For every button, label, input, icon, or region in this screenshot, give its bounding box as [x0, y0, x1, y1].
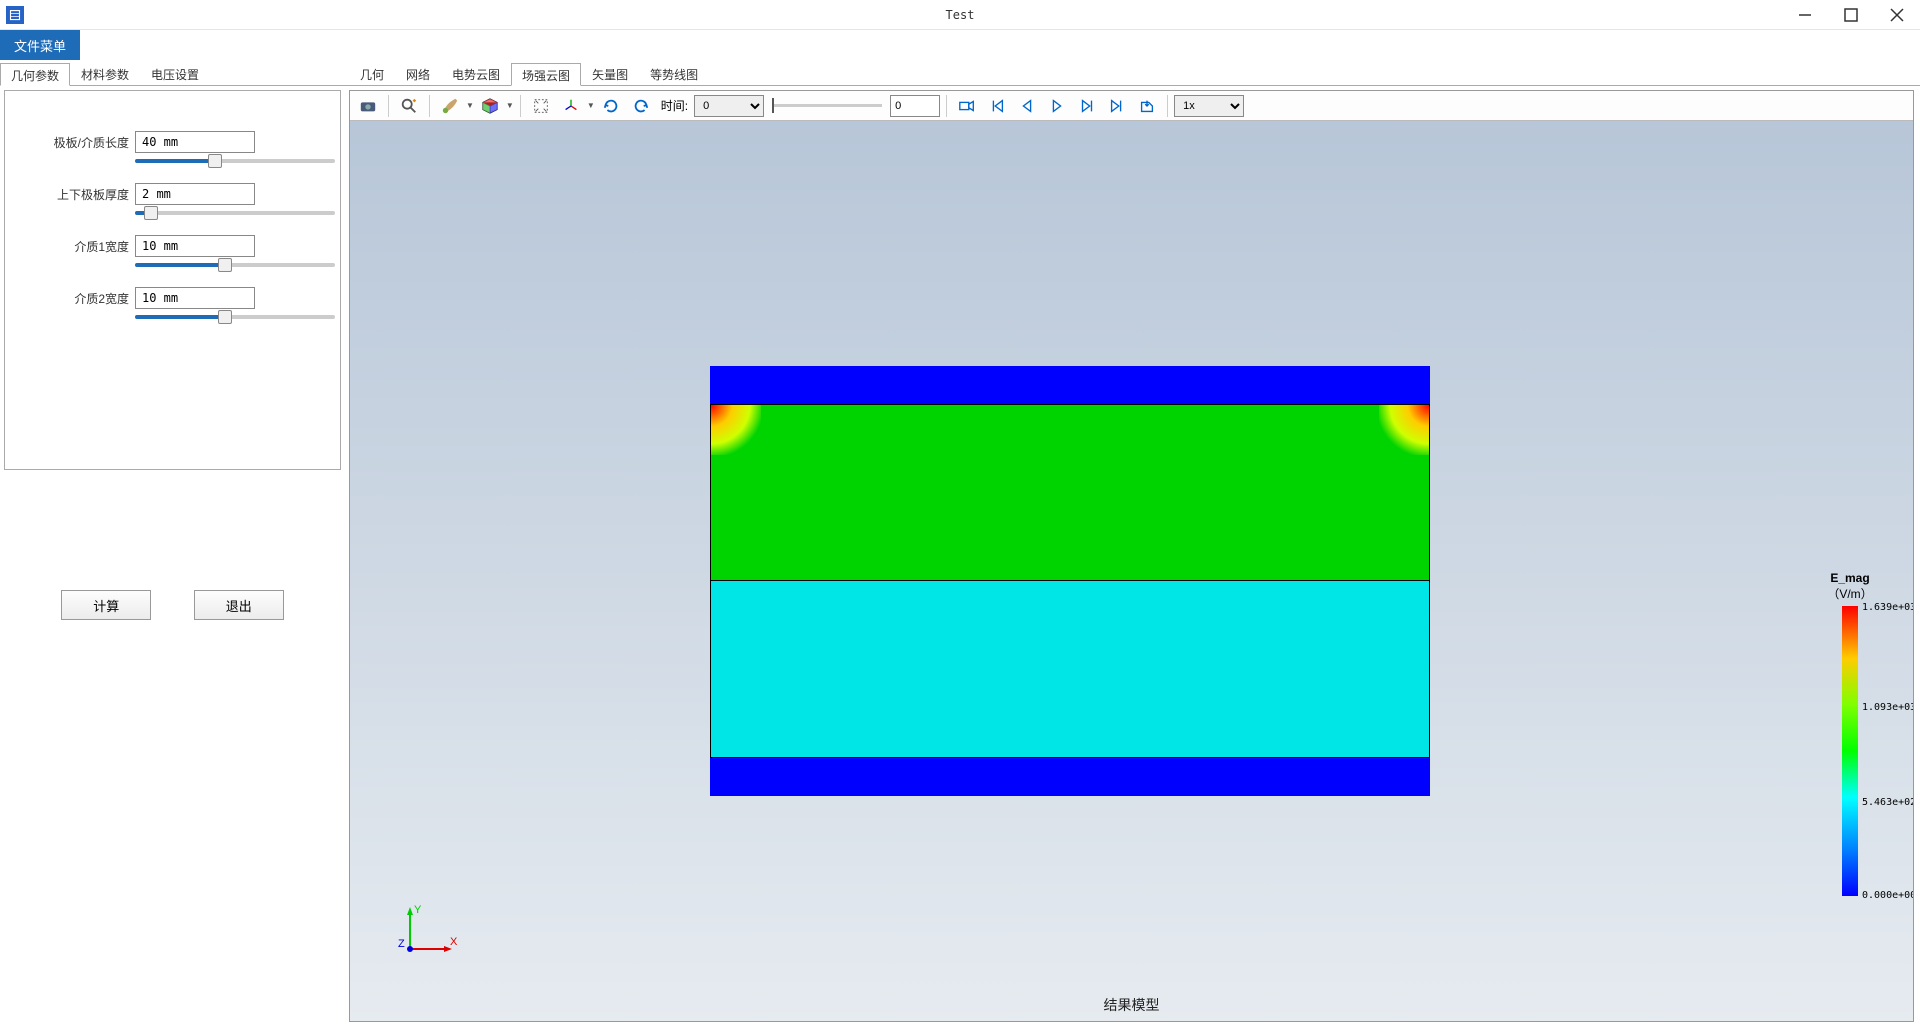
plot-bottom-plate — [710, 758, 1430, 796]
tab-geometry-params[interactable]: 几何参数 — [0, 63, 70, 86]
app-icon — [6, 6, 24, 24]
plate-length-label: 极板/介质长度 — [35, 134, 135, 151]
play-icon[interactable] — [1043, 93, 1071, 119]
medium1-width-slider[interactable] — [135, 263, 335, 267]
viewer: ▼ ▼ ▼ 时间: 0 — [349, 90, 1914, 1022]
calculate-button[interactable]: 计算 — [61, 590, 151, 620]
cube-dropdown-icon[interactable]: ▼ — [506, 101, 514, 110]
title-bar: Test — [0, 0, 1920, 30]
tab-field-cloud[interactable]: 场强云图 — [511, 63, 581, 86]
tab-potential-cloud[interactable]: 电势云图 — [441, 62, 511, 85]
tab-vector-plot[interactable]: 矢量图 — [581, 62, 639, 85]
plot-top-plate — [710, 366, 1430, 404]
param-medium1-width: 介质1宽度 — [35, 235, 310, 257]
plate-length-slider[interactable] — [135, 159, 335, 163]
axes-dropdown-icon[interactable]: ▼ — [587, 101, 595, 110]
rotate-ccw-icon[interactable] — [597, 93, 625, 119]
prev-frame-icon[interactable] — [1013, 93, 1041, 119]
axes-view-icon[interactable] — [557, 93, 585, 119]
plot-dielectric-1 — [710, 404, 1430, 581]
time-input[interactable] — [890, 95, 940, 117]
geometry-params-box: 极板/介质长度 上下极板厚度 介质1宽度 介质2宽度 — [4, 90, 341, 470]
export-icon[interactable] — [1133, 93, 1161, 119]
legend-tick: 0.000e+00 — [1862, 890, 1913, 901]
close-button[interactable] — [1874, 0, 1920, 30]
field-contour-plot — [710, 366, 1430, 796]
medium2-width-input[interactable] — [135, 287, 255, 309]
fit-view-icon[interactable] — [527, 93, 555, 119]
time-label: 时间: — [661, 97, 688, 114]
file-menu[interactable]: 文件菜单 — [0, 30, 80, 60]
cube-icon[interactable] — [476, 93, 504, 119]
time-slider[interactable] — [772, 97, 882, 115]
tab-geometry[interactable]: 几何 — [349, 62, 395, 85]
legend-title: E_mag — [1805, 571, 1895, 585]
axes-gizmo: Y X Z — [398, 901, 458, 961]
last-frame-icon[interactable] — [1103, 93, 1131, 119]
plate-thickness-label: 上下极板厚度 — [35, 186, 135, 203]
speed-select[interactable]: 1x — [1174, 95, 1244, 117]
legend-tick: 5.463e+02 — [1862, 797, 1913, 808]
medium1-width-input[interactable] — [135, 235, 255, 257]
left-tabs: 几何参数 材料参数 电压设置 — [0, 62, 345, 86]
medium2-width-slider[interactable] — [135, 315, 335, 319]
brush-dropdown-icon[interactable]: ▼ — [466, 101, 474, 110]
result-canvas[interactable]: Y X Z E_mag （V/m） 1.639e+03 1.093e+03 5. — [350, 121, 1913, 1021]
rotate-cw-icon[interactable] — [627, 93, 655, 119]
canvas-title: 结果模型 — [1104, 995, 1160, 1015]
record-icon[interactable] — [953, 93, 981, 119]
action-buttons: 计算 退出 — [0, 590, 345, 620]
tab-mesh[interactable]: 网络 — [395, 62, 441, 85]
exit-button[interactable]: 退出 — [194, 590, 284, 620]
color-legend: E_mag （V/m） 1.639e+03 1.093e+03 5.463e+0… — [1805, 571, 1895, 896]
plate-length-input[interactable] — [135, 131, 255, 153]
tab-material-params[interactable]: 材料参数 — [70, 62, 140, 85]
brush-icon[interactable] — [436, 93, 464, 119]
medium1-width-label: 介质1宽度 — [35, 238, 135, 255]
time-select[interactable]: 0 — [694, 95, 764, 117]
plate-thickness-input[interactable] — [135, 183, 255, 205]
tab-voltage-settings[interactable]: 电压设置 — [140, 62, 210, 85]
svg-text:X: X — [450, 936, 458, 948]
param-medium2-width: 介质2宽度 — [35, 287, 310, 309]
param-plate-thickness: 上下极板厚度 — [35, 183, 310, 205]
window-title: Test — [946, 8, 975, 22]
param-plate-length: 极板/介质长度 — [35, 131, 310, 153]
first-frame-icon[interactable] — [983, 93, 1011, 119]
right-panel: 几何 网络 电势云图 场强云图 矢量图 等势线图 ▼ ▼ ▼ — [345, 60, 1920, 1028]
minimize-button[interactable] — [1782, 0, 1828, 30]
zoom-icon[interactable] — [395, 93, 423, 119]
legend-unit: （V/m） — [1805, 585, 1895, 602]
viewer-toolbar: ▼ ▼ ▼ 时间: 0 — [350, 91, 1913, 121]
legend-colorbar: 1.639e+03 1.093e+03 5.463e+02 0.000e+00 — [1842, 606, 1858, 896]
plot-dielectric-2 — [710, 581, 1430, 758]
window-controls — [1782, 0, 1920, 30]
camera-icon[interactable] — [354, 93, 382, 119]
medium2-width-label: 介质2宽度 — [35, 290, 135, 307]
legend-tick: 1.639e+03 — [1862, 602, 1913, 613]
legend-tick: 1.093e+03 — [1862, 702, 1913, 713]
tab-contour-plot[interactable]: 等势线图 — [639, 62, 709, 85]
svg-text:Y: Y — [414, 904, 422, 916]
plate-thickness-slider[interactable] — [135, 211, 335, 215]
menu-bar: 文件菜单 — [0, 30, 1920, 60]
next-frame-icon[interactable] — [1073, 93, 1101, 119]
maximize-button[interactable] — [1828, 0, 1874, 30]
left-panel: 几何参数 材料参数 电压设置 极板/介质长度 上下极板厚度 介质1宽度 介质2宽… — [0, 60, 345, 1028]
right-tabs: 几何 网络 电势云图 场强云图 矢量图 等势线图 — [345, 62, 1920, 86]
svg-text:Z: Z — [398, 938, 405, 950]
